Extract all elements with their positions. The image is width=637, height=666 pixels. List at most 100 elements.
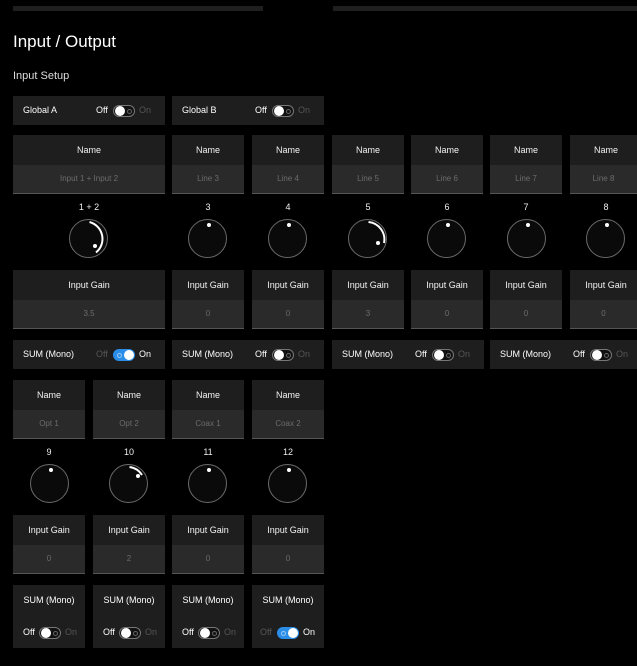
gain-field-ch9[interactable]: 0 (13, 545, 85, 574)
global-b-toggle[interactable] (272, 105, 294, 117)
gain-label: Input Gain (267, 280, 309, 290)
sum-toggle-ch1-2[interactable] (113, 349, 135, 361)
sum-toggle-ch11[interactable] (198, 627, 220, 639)
gain-label: Input Gain (347, 280, 389, 290)
gain-knob-ch7[interactable] (507, 219, 546, 258)
gain-field-ch7[interactable]: 0 (490, 300, 562, 329)
gain-field-ch11[interactable]: 0 (172, 545, 244, 574)
sum-label: SUM (Mono) (103, 595, 155, 605)
channel-number: 6 (444, 202, 450, 212)
gain-label: Input Gain (585, 280, 627, 290)
gain-knob-ch8[interactable] (586, 219, 625, 258)
name-field-ch3[interactable]: Line 3 (172, 165, 244, 194)
sum-panel-ch3-4: SUM (Mono) Off On (172, 340, 324, 369)
channel-number: 12 (282, 447, 293, 457)
gain-field-ch4[interactable]: 0 (252, 300, 324, 329)
name-card-ch8: Name Line 8 (570, 135, 637, 194)
global-a-label: Global A (23, 105, 58, 115)
sum-on-label: On (303, 627, 316, 637)
sum-label: SUM (Mono) (182, 595, 234, 605)
name-label: Name (76, 145, 101, 155)
sum-on-label: On (298, 349, 311, 359)
gain-field-ch3[interactable]: 0 (172, 300, 244, 329)
sum-toggle-ch10[interactable] (119, 627, 141, 639)
gain-knob-ch11[interactable] (188, 464, 227, 503)
gain-card-ch12: Input Gain 0 (252, 515, 324, 574)
name-label: Name (275, 390, 300, 400)
channel-number: 10 (123, 447, 134, 457)
sum-label: SUM (Mono) (262, 595, 314, 605)
sum-label: SUM (Mono) (500, 349, 552, 359)
channel-number: 8 (603, 202, 609, 212)
gain-knob-ch5[interactable] (348, 219, 387, 258)
name-label: Name (116, 390, 141, 400)
global-a-off-label: Off (96, 105, 108, 115)
name-field-ch4[interactable]: Line 4 (252, 165, 324, 194)
name-field-ch10[interactable]: Opt 2 (93, 410, 165, 439)
sum-toggle-ch9[interactable] (39, 627, 61, 639)
sum-toggle-ch7-8[interactable] (590, 349, 612, 361)
gain-knob-ch1-2[interactable] (69, 219, 108, 258)
name-card-ch5: Name Line 5 (332, 135, 404, 194)
name-field-ch1-2[interactable]: Input 1 + Input 2 (13, 165, 165, 194)
sum-toggle-ch12[interactable] (277, 627, 299, 639)
name-field-ch8[interactable]: Line 8 (570, 165, 637, 194)
global-b-on-label: On (298, 105, 311, 115)
gain-label: Input Gain (187, 280, 229, 290)
name-field-ch11[interactable]: Coax 1 (172, 410, 244, 439)
gain-card-ch10: Input Gain 2 (93, 515, 165, 574)
channel-number: 3 (205, 202, 211, 212)
top-bar-right (333, 6, 637, 11)
global-b-off-label: Off (255, 105, 267, 115)
gain-label: Input Gain (505, 280, 547, 290)
name-field-ch12[interactable]: Coax 2 (252, 410, 324, 439)
sum-panel-ch9: SUM (Mono) Off On (13, 585, 85, 648)
sum-off-label: Off (103, 627, 115, 637)
name-label: Name (513, 145, 538, 155)
gain-field-ch1-2[interactable]: 3.5 (13, 300, 165, 329)
name-field-ch6[interactable]: Line 6 (411, 165, 483, 194)
gain-field-ch10[interactable]: 2 (93, 545, 165, 574)
name-card-ch10: Name Opt 2 (93, 380, 165, 439)
channel-number: 1 + 2 (78, 202, 100, 212)
sum-off-label: Off (415, 349, 427, 359)
gain-knob-ch3[interactable] (188, 219, 227, 258)
global-a-toggle[interactable] (113, 105, 135, 117)
sum-off-label: Off (573, 349, 585, 359)
gain-card-ch3: Input Gain 0 (172, 270, 244, 329)
channel-number: 7 (523, 202, 529, 212)
sum-toggle-ch3-4[interactable] (272, 349, 294, 361)
name-field-ch5[interactable]: Line 5 (332, 165, 404, 194)
gain-knob-ch4[interactable] (268, 219, 307, 258)
gain-card-ch6: Input Gain 0 (411, 270, 483, 329)
sum-label: SUM (Mono) (342, 349, 394, 359)
global-b-panel: Global B Off On (172, 96, 324, 125)
gain-field-ch5[interactable]: 3 (332, 300, 404, 329)
sum-panel-ch7-8: SUM (Mono) Off On (490, 340, 637, 369)
sum-panel-ch10: SUM (Mono) Off On (93, 585, 165, 648)
sum-toggle-ch5-6[interactable] (432, 349, 454, 361)
sum-on-label: On (65, 627, 78, 637)
top-bar-left (13, 6, 263, 11)
name-field-ch9[interactable]: Opt 1 (13, 410, 85, 439)
name-label: Name (195, 145, 220, 155)
gain-knob-ch6[interactable] (427, 219, 466, 258)
name-card-ch12: Name Coax 2 (252, 380, 324, 439)
sum-panel-ch12: SUM (Mono) Off On (252, 585, 324, 648)
gain-knob-ch9[interactable] (30, 464, 69, 503)
global-a-panel: Global A Off On (13, 96, 165, 125)
gain-card-ch9: Input Gain 0 (13, 515, 85, 574)
section-title: Input Setup (13, 70, 70, 82)
name-card-ch9: Name Opt 1 (13, 380, 85, 439)
gain-knob-ch10[interactable] (109, 464, 148, 503)
channel-number: 9 (46, 447, 52, 457)
gain-card-ch8: Input Gain 0 (570, 270, 637, 329)
sum-off-label: Off (96, 349, 108, 359)
gain-field-ch12[interactable]: 0 (252, 545, 324, 574)
sum-label: SUM (Mono) (23, 595, 75, 605)
gain-field-ch8[interactable]: 0 (570, 300, 637, 329)
gain-field-ch6[interactable]: 0 (411, 300, 483, 329)
name-field-ch7[interactable]: Line 7 (490, 165, 562, 194)
name-card-ch3: Name Line 3 (172, 135, 244, 194)
gain-knob-ch12[interactable] (268, 464, 307, 503)
